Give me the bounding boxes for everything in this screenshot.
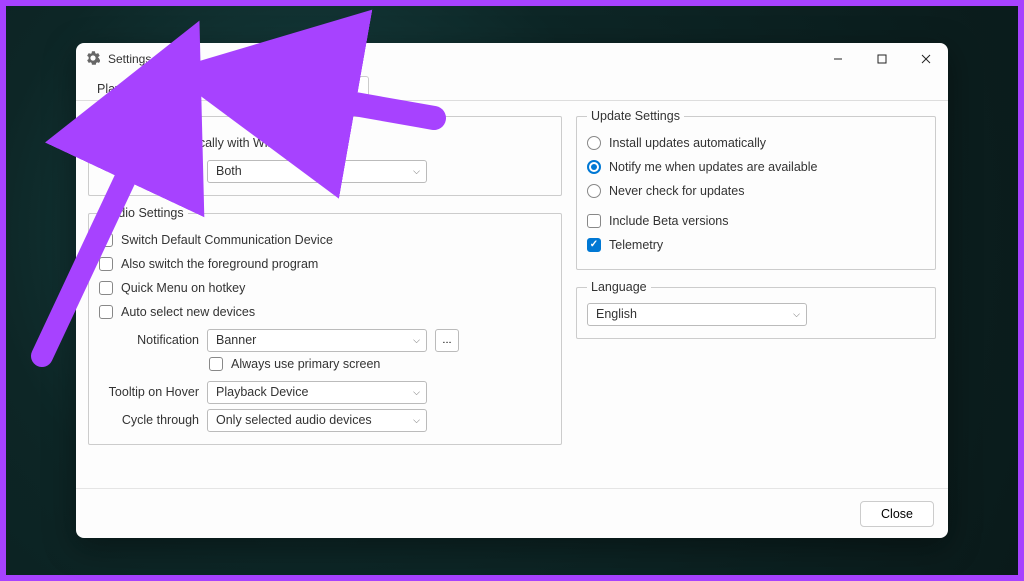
close-button[interactable]: Close [860,501,934,527]
start-auto-label: Start automatically with Windows [121,136,304,150]
chevron-down-icon: ⌵ [413,387,420,398]
basic-settings-legend: Basic Settings [99,109,186,123]
also-foreground-checkbox[interactable] [99,257,113,271]
maximize-button[interactable] [860,44,904,74]
also-foreground-label: Also switch the foreground program [121,257,318,271]
cycle-value: Only selected audio devices [216,413,372,427]
audio-settings-legend: Audio Settings [99,206,188,220]
tab-recording[interactable]: Recording [159,76,238,101]
telemetry-label: Telemetry [609,238,663,252]
tooltip-select[interactable]: Playback Device ⌵ [207,381,427,404]
always-primary-label: Always use primary screen [231,357,380,371]
systray-value: Both [216,164,242,178]
chevron-down-icon: ⌵ [413,166,420,177]
notification-label: Notification [99,333,199,347]
audio-settings-group: Audio Settings Switch Default Communicat… [88,206,562,445]
include-beta-checkbox[interactable] [587,214,601,228]
basic-settings-group: Basic Settings Start automatically with … [88,109,562,196]
language-value: English [596,307,637,321]
update-radio-notify-label: Notify me when updates are available [609,160,817,174]
quick-menu-label: Quick Menu on hotkey [121,281,245,295]
always-primary-checkbox[interactable] [209,357,223,371]
notification-select[interactable]: Banner ⌵ [207,329,427,352]
auto-select-checkbox[interactable] [99,305,113,319]
tab-profiles[interactable]: Profiles [238,76,302,101]
update-radio-never[interactable] [587,184,601,198]
cycle-label: Cycle through [99,413,199,427]
chevron-down-icon: ⌵ [793,309,800,320]
language-legend: Language [587,280,651,294]
tooltip-label: Tooltip on Hover [99,385,199,399]
auto-select-label: Auto select new devices [121,305,255,319]
tab-playback[interactable]: Playback [86,76,159,101]
switch-comm-checkbox[interactable] [99,233,113,247]
quick-menu-checkbox[interactable] [99,281,113,295]
include-beta-label: Include Beta versions [609,214,729,228]
tab-settings[interactable]: Settings [301,76,368,101]
systray-label: Systray Icon [99,164,199,178]
telemetry-checkbox[interactable] [587,238,601,252]
update-settings-group: Update Settings Install updates automati… [576,109,936,270]
start-auto-checkbox[interactable] [99,136,113,150]
footer: Close [76,488,948,538]
gear-icon [86,51,100,68]
window-title: Settings [108,52,151,66]
minimize-button[interactable] [816,44,860,74]
tab-bar: Playback Recording Profiles Settings [76,75,948,101]
update-radio-notify[interactable] [587,160,601,174]
content-area: Basic Settings Start automatically with … [76,101,948,488]
close-window-button[interactable] [904,44,948,74]
tooltip-value: Playback Device [216,385,308,399]
language-select[interactable]: English ⌵ [587,303,807,326]
update-radio-auto-label: Install updates automatically [609,136,766,150]
notification-browse-button[interactable]: ... [435,329,459,352]
switch-comm-label: Switch Default Communication Device [121,233,333,247]
notification-value: Banner [216,333,256,347]
update-radio-auto[interactable] [587,136,601,150]
language-group: Language English ⌵ [576,280,936,339]
cycle-select[interactable]: Only selected audio devices ⌵ [207,409,427,432]
chevron-down-icon: ⌵ [413,335,420,346]
update-radio-never-label: Never check for updates [609,184,745,198]
systray-select[interactable]: Both ⌵ [207,160,427,183]
update-settings-legend: Update Settings [587,109,684,123]
settings-window: Settings Playback Recording Profiles Set… [76,43,948,538]
chevron-down-icon: ⌵ [413,415,420,426]
titlebar: Settings [76,43,948,75]
